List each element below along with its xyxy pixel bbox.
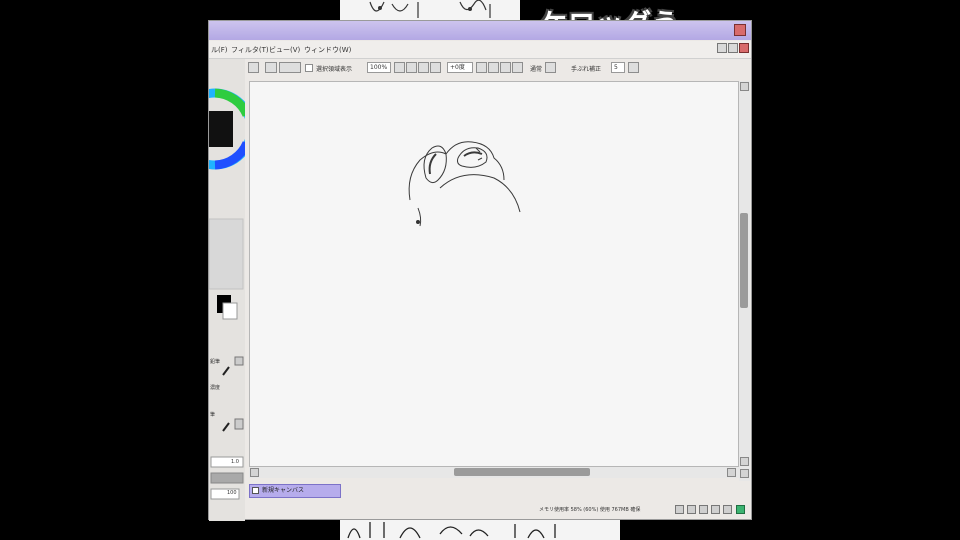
pencil-tool-label: 鉛筆 — [210, 359, 221, 365]
close-icon[interactable] — [734, 24, 746, 36]
menu-file[interactable]: ル(F) — [211, 45, 228, 55]
tool-panel-graphics — [209, 88, 245, 500]
maximize-icon[interactable] — [728, 43, 738, 53]
rotate-left-button[interactable] — [476, 62, 487, 73]
rotate-extra-button[interactable] — [512, 62, 523, 73]
background-sketch-top — [340, 0, 520, 22]
rotation-field[interactable]: +0度 — [447, 62, 473, 73]
status-indicator-icon — [736, 505, 745, 514]
rotate-right-button[interactable] — [488, 62, 499, 73]
document-tab[interactable]: 新規キャンバス — [249, 484, 341, 498]
sketch-drawing-bottom — [347, 522, 556, 539]
status-icon-5[interactable] — [723, 505, 732, 514]
select-all-button[interactable] — [265, 62, 277, 73]
color-palette-area[interactable] — [209, 218, 244, 290]
sketch-drawing-top — [369, 0, 491, 18]
sketch-frog-drawing — [408, 141, 521, 227]
status-icon-1[interactable] — [675, 505, 684, 514]
canvas-toolbar: 選択領域表示 100% +0度 通常 手ぶれ補正 5 — [245, 59, 751, 79]
stabilizer-dropdown-button[interactable] — [628, 62, 639, 73]
background-sketch-bottom — [340, 518, 620, 540]
tool-option-button[interactable] — [234, 418, 244, 430]
scroll-arrow-icon[interactable] — [740, 457, 749, 466]
horizontal-scrollbar[interactable] — [249, 467, 739, 478]
tool-panel: 鉛筆 濃度 筆 1.0 100 — [209, 59, 245, 521]
vertical-scroll-thumb[interactable] — [740, 213, 748, 308]
status-bar: メモリ使用率 58% (60%) 使用 767MB 確保 — [209, 501, 751, 519]
brush-density-slider[interactable] — [210, 472, 244, 484]
tool-option-button[interactable] — [234, 356, 244, 366]
vertical-scrollbar[interactable] — [739, 81, 750, 481]
menu-filter[interactable]: フィルタ(T) — [231, 45, 269, 55]
menu-bar: ル(F) フィルタ(T) ビュー(V) ウィンドウ(W) — [209, 41, 751, 59]
stabilizer-label: 手ぶれ補正 — [571, 66, 602, 73]
mode-dropdown-button[interactable] — [545, 62, 556, 73]
zoom-out-button[interactable] — [394, 62, 405, 73]
document-tab-label: 新規キャンバス — [262, 487, 305, 494]
zoom-fit-button[interactable] — [430, 62, 441, 73]
brush-density-value: 100 — [227, 490, 237, 496]
toolbar-button[interactable] — [279, 62, 301, 73]
status-icon-4[interactable] — [711, 505, 720, 514]
pencil-icon — [222, 366, 230, 376]
horizontal-scroll-thumb[interactable] — [454, 468, 590, 476]
status-icon-2[interactable] — [687, 505, 696, 514]
rotate-reset-button[interactable] — [500, 62, 511, 73]
title-bar[interactable] — [209, 21, 751, 40]
density-label: 濃度 — [210, 385, 221, 391]
menu-view[interactable]: ビュー(V) — [269, 45, 300, 55]
mode-label: 通常 — [530, 66, 543, 73]
color-wheel-icon[interactable] — [209, 88, 245, 170]
scroll-arrow-icon[interactable] — [740, 469, 749, 478]
memory-status-text: メモリ使用率 58% (60%) 使用 767MB 確保 — [539, 507, 641, 513]
checkbox-icon[interactable] — [252, 487, 259, 494]
document-tab-bar: 新規キャンバス — [249, 483, 739, 499]
minimize-icon[interactable] — [717, 43, 727, 53]
brush-size-value: 1.0 — [231, 459, 239, 465]
scroll-arrow-icon[interactable] — [727, 468, 736, 477]
paint-app-window: ル(F) フィルタ(T) ビュー(V) ウィンドウ(W) 選択領域表示 100%… — [208, 20, 752, 521]
background-color-swatch[interactable] — [222, 302, 238, 320]
zoom-in-button[interactable] — [406, 62, 417, 73]
brush-label: 筆 — [210, 412, 216, 418]
status-icon-3[interactable] — [699, 505, 708, 514]
checkbox-icon[interactable] — [305, 64, 313, 72]
close-icon[interactable] — [739, 43, 749, 53]
stabilizer-field[interactable]: 5 — [611, 62, 625, 73]
pencil-icon — [222, 422, 230, 432]
zoom-field[interactable]: 100% — [367, 62, 391, 73]
scroll-arrow-icon[interactable] — [740, 82, 749, 91]
deselect-button[interactable] — [248, 62, 259, 73]
zoom-reset-button[interactable] — [418, 62, 429, 73]
drawing-canvas[interactable] — [249, 81, 739, 467]
scroll-arrow-icon[interactable] — [250, 468, 259, 477]
menu-window[interactable]: ウィンドウ(W) — [304, 45, 351, 55]
select-source-label: 選択領域表示 — [316, 66, 353, 73]
